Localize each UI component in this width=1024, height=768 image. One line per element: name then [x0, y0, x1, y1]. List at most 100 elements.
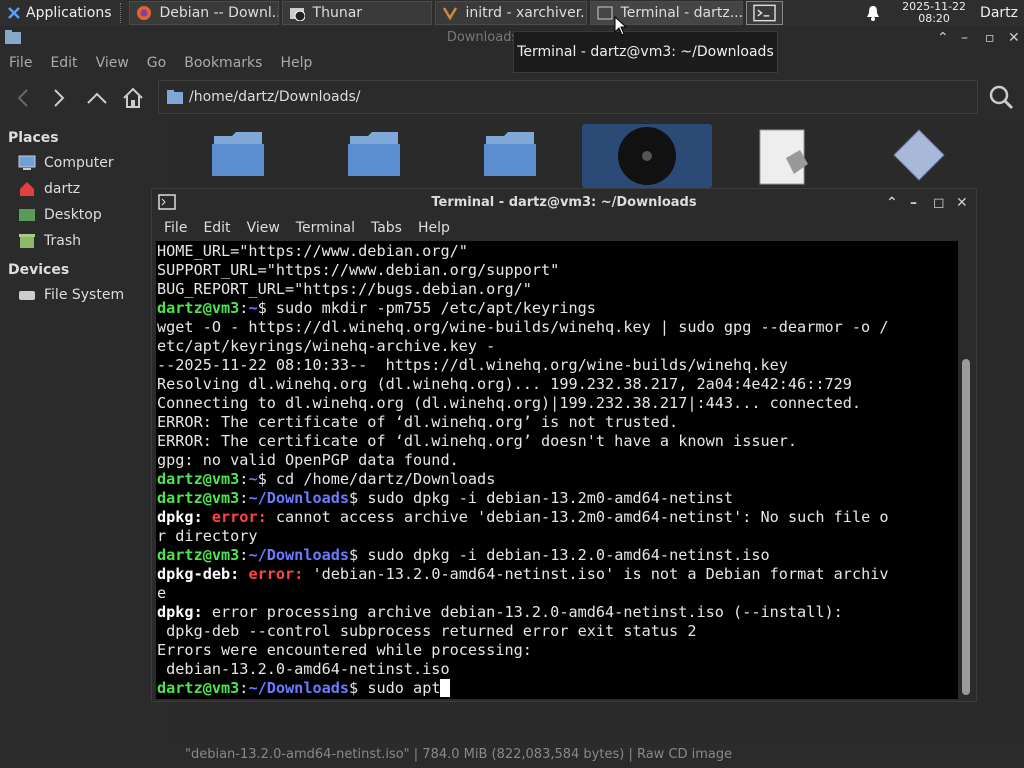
sidebar-item-desktop[interactable]: Desktop: [0, 202, 170, 228]
terminal-line: dpkg-deb: error: 'debian-13.2.0-amd64-ne…: [157, 565, 959, 584]
user-menu[interactable]: Dartz: [974, 0, 1024, 26]
sidebar-item-trash[interactable]: Trash: [0, 228, 170, 254]
terminal-text: ~/Downloads: [248, 679, 350, 697]
sidebar-item-filesystem[interactable]: File System: [0, 282, 170, 308]
sidebar-item-label: Computer: [44, 155, 114, 171]
clock-time: 08:20: [918, 12, 950, 25]
task-terminal[interactable]: Terminal - dartz...: [589, 1, 743, 25]
menu-go[interactable]: Go: [138, 55, 175, 71]
terminal-menu-terminal[interactable]: Terminal: [288, 220, 363, 236]
menu-view[interactable]: View: [87, 55, 138, 71]
disc-image-icon: [618, 127, 676, 185]
selected-iso-file[interactable]: [582, 124, 712, 188]
terminal-maximize-button[interactable]: ◻: [933, 190, 945, 217]
terminal-text: wget -O - https://dl.winehq.org/wine-bui…: [157, 318, 889, 336]
terminal-menubar: File Edit View Terminal Tabs Help: [152, 216, 976, 240]
terminal-line: dartz@vm3:~$ sudo mkdir -pm755 /etc/apt/…: [157, 299, 959, 318]
terminal-line: dartz@vm3:~/Downloads$ sudo dpkg -i debi…: [157, 546, 959, 565]
home-icon[interactable]: [122, 87, 144, 109]
sidebar-item-dartz[interactable]: dartz: [0, 176, 170, 202]
terminal-line: dartz@vm3:~$ cd /home/dartz/Downloads: [157, 470, 959, 489]
terminal-text: dartz@vm3: [157, 299, 240, 317]
terminal-text: HOME_URL="https://www.debian.org/": [157, 242, 468, 260]
task-thunar[interactable]: Thunar: [281, 1, 432, 25]
terminal-line: dpkg: error processing archive debian-13…: [157, 603, 959, 622]
menu-help[interactable]: Help: [271, 55, 321, 71]
terminal-menu-file[interactable]: File: [152, 220, 195, 236]
applications-label: Applications: [26, 5, 112, 21]
terminal-line: wget -O - https://dl.winehq.org/wine-bui…: [157, 318, 959, 337]
terminal-menu-edit[interactable]: Edit: [195, 220, 238, 236]
task-firefox[interactable]: Debian -- Downl...: [128, 1, 279, 25]
terminal-minimize-button[interactable]: –: [910, 190, 917, 217]
task-xarchiver[interactable]: initrd - xarchiver...: [434, 1, 587, 25]
terminal-text: ERROR: The certificate of ‘dl.winehq.org…: [157, 413, 679, 431]
up-icon[interactable]: [86, 88, 108, 108]
terminal-line: dpkg: error: cannot access archive 'debi…: [157, 508, 959, 527]
terminal-menu-help[interactable]: Help: [410, 220, 458, 236]
thunar-minimize-button[interactable]: –: [961, 26, 968, 50]
folder-icon[interactable]: [346, 128, 402, 178]
terminal-line: e: [157, 584, 959, 603]
trash-icon: [19, 234, 35, 248]
terminal-line: dartz@vm3:~/Downloads$ sudo apt: [157, 679, 959, 698]
terminal-text: dartz@vm3: [157, 489, 240, 507]
menu-edit[interactable]: Edit: [41, 55, 86, 71]
terminal-scrollbar-thumb[interactable]: [962, 359, 970, 695]
back-icon[interactable]: [14, 88, 32, 108]
terminal-cursor: [440, 679, 450, 697]
terminal-text: $ sudo mkdir -pm755 /etc/apt/keyrings: [257, 299, 596, 317]
terminal-text: dpkg:: [157, 603, 203, 621]
user-name: Dartz: [980, 5, 1018, 21]
terminal-close-button[interactable]: ✕: [956, 190, 968, 217]
terminal-text: ERROR: The certificate of ‘dl.winehq.org…: [157, 432, 798, 450]
terminal-text: --2025-11-22 08:10:33-- https://dl.wineh…: [157, 356, 788, 374]
terminal-line: dpkg-deb --control subprocess returned e…: [157, 622, 959, 641]
applications-menu-button[interactable]: Applications: [0, 0, 118, 26]
terminal-line: ERROR: The certificate of ‘dl.winehq.org…: [157, 413, 959, 432]
terminal-window: Terminal - dartz@vm3: ~/Downloads ⌃ – ◻ …: [151, 188, 977, 702]
terminal-text: dpkg:: [157, 508, 203, 526]
menu-bookmarks[interactable]: Bookmarks: [175, 55, 271, 71]
thunar-close-button[interactable]: ✕: [1008, 26, 1020, 50]
terminal-text: $ sudo dpkg -i debian-13.2m0-amd64-netin…: [349, 489, 734, 507]
folder-icon[interactable]: [210, 128, 266, 178]
script-file-icon[interactable]: [892, 128, 946, 182]
terminal-menu-view[interactable]: View: [239, 220, 288, 236]
clock[interactable]: 2025-11-22 08:20: [894, 1, 974, 25]
sidebar-item-label: Trash: [44, 233, 81, 249]
terminal-launcher-icon: [752, 4, 776, 22]
menu-file[interactable]: File: [0, 55, 41, 71]
status-bar: "debian-13.2.0-amd64-netinst.iso" | 784.…: [185, 747, 733, 762]
location-bar[interactable]: /home/dartz/Downloads/: [158, 80, 978, 114]
terminal-menu-tabs[interactable]: Tabs: [363, 220, 410, 236]
terminal-text: $ sudo dpkg -i debian-13.2.0-amd64-netin…: [349, 546, 770, 564]
location-path: /home/dartz/Downloads/: [189, 89, 361, 105]
search-icon[interactable]: [988, 84, 1014, 110]
terminal-launcher-button[interactable]: [745, 1, 783, 25]
terminal-scrollbar[interactable]: [958, 241, 972, 699]
thunar-shade-button[interactable]: ⌃: [937, 26, 949, 50]
terminal-titlebar[interactable]: Terminal - dartz@vm3: ~/Downloads ⌃ – ◻ …: [152, 189, 976, 216]
terminal-shade-button[interactable]: ⌃: [886, 190, 898, 217]
firefox-icon: [136, 6, 151, 20]
sidebar-item-label: File System: [44, 287, 125, 303]
mouse-cursor-icon: [614, 16, 628, 36]
terminal-text: ~: [248, 470, 258, 488]
notifications-button[interactable]: [852, 0, 894, 26]
package-file-icon[interactable]: [758, 128, 810, 186]
home-folder-icon: [20, 182, 34, 196]
sidebar-item-computer[interactable]: Computer: [0, 150, 170, 176]
devices-heading: Devices: [8, 262, 70, 278]
terminal-text: e: [157, 584, 167, 602]
terminal-output[interactable]: HOME_URL="https://www.debian.org/" SUPPOR…: [156, 241, 959, 699]
thunar-maximize-button[interactable]: ▫: [985, 26, 995, 50]
terminal-line: --2025-11-22 08:10:33-- https://dl.wineh…: [157, 356, 959, 375]
task-label: initrd - xarchiver...: [465, 5, 587, 21]
terminal-text: BUG_REPORT_URL="https://bugs.debian.org/…: [157, 280, 532, 298]
terminal-text: dartz@vm3: [157, 546, 240, 564]
folder-icon[interactable]: [482, 128, 538, 178]
forward-icon[interactable]: [50, 88, 68, 108]
thunar-icon: [289, 8, 305, 21]
